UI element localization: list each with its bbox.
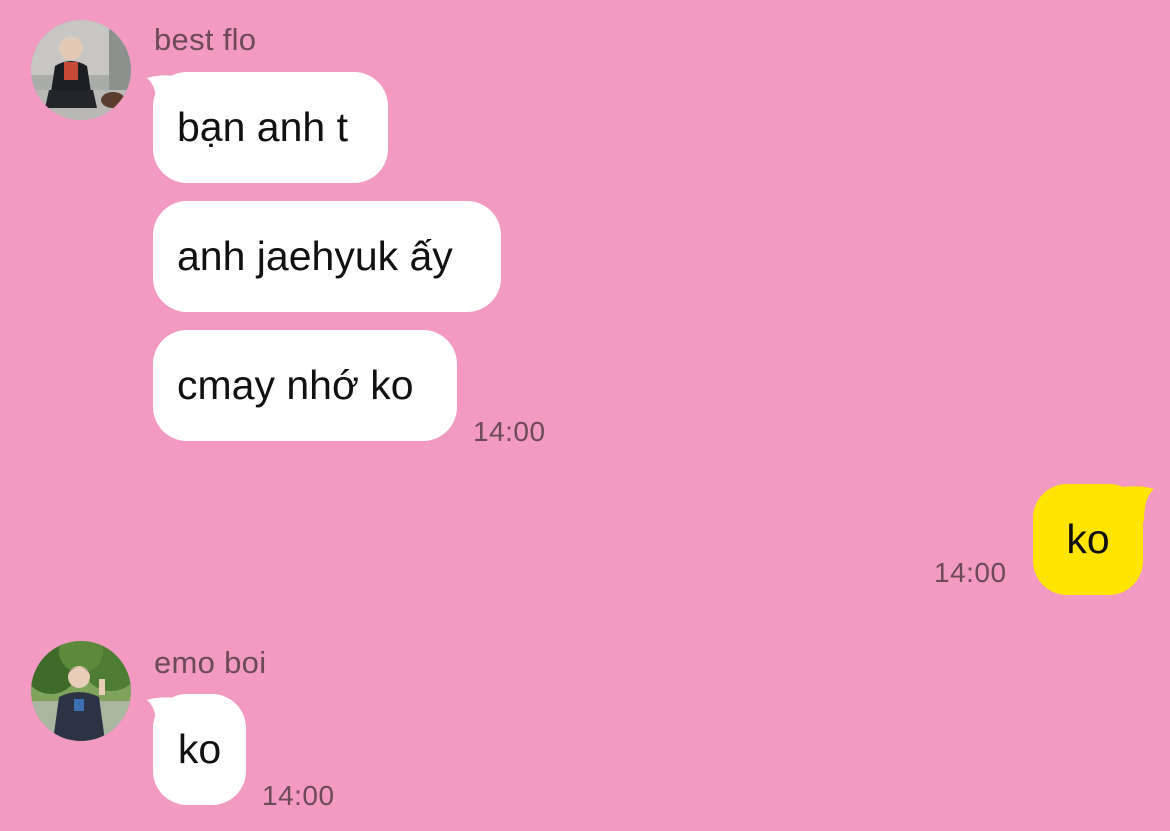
sender-name: best flo [154,22,257,57]
message-bubble-incoming[interactable]: cmay nhớ ko [153,330,457,441]
message-bubble-incoming[interactable]: ko [153,694,246,805]
message-bubble-incoming[interactable]: bạn anh t [153,72,388,183]
message-bubble-incoming[interactable]: anh jaehyuk ấy [153,201,501,312]
message-timestamp: 14:00 [473,416,546,447]
message-timestamp: 14:00 [934,557,1007,588]
chat-thread: best flo bạn anh t anh jaehyuk ấy cmay n… [0,0,1170,831]
bubble-tail-outgoing [1122,486,1154,521]
message-timestamp: 14:00 [262,780,335,811]
avatar-emo-boi-image [31,641,131,741]
avatar-best-flo-image [31,20,131,120]
sender-name: emo boi [154,645,267,680]
avatar-best-flo[interactable] [31,20,131,120]
avatar-emo-boi[interactable] [31,641,131,741]
